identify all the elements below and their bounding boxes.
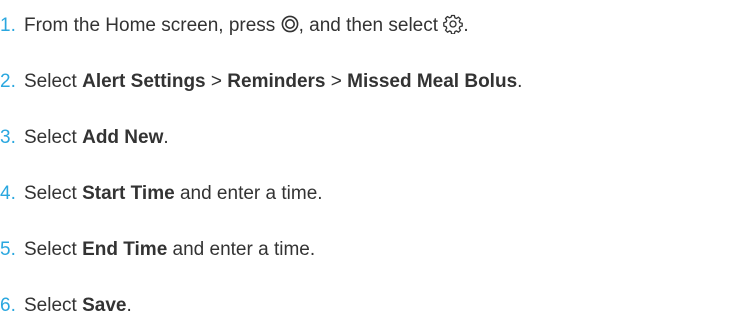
step-number: 4.: [0, 183, 16, 204]
step-number: 2.: [0, 71, 16, 92]
step-1: 1. From the Home screen, press , and then…: [0, 6, 469, 46]
step-number: 3.: [0, 127, 16, 148]
step-2: 2. Select Alert Settings > Reminders > Mi…: [0, 62, 522, 102]
step-3: 3. Select Add New.: [0, 118, 169, 158]
step-text: Select Add New.: [24, 127, 169, 148]
settings-gear-icon: [443, 14, 464, 34]
instruction-steps: 1. From the Home screen, press , and then…: [0, 0, 731, 333]
bold-term: Alert Settings: [82, 71, 206, 92]
step-number: 5.: [0, 239, 16, 260]
step-text: Select Alert Settings > Reminders > Miss…: [24, 71, 523, 92]
bold-term: Start Time: [82, 183, 175, 204]
step-6: 6. Select Save.: [0, 286, 132, 326]
step-text: Select End Time and enter a time.: [24, 239, 316, 260]
bold-term: Reminders: [227, 71, 326, 92]
step-number: 6.: [0, 295, 16, 316]
step-text: Select Save.: [24, 295, 132, 316]
step-5: 5. Select End Time and enter a time.: [0, 230, 315, 270]
bold-term: Missed Meal Bolus: [347, 71, 518, 92]
step-text: Select Start Time and enter a time.: [24, 183, 323, 204]
bold-term: Save: [82, 295, 127, 316]
step-4: 4. Select Start Time and enter a time.: [0, 174, 323, 214]
home-button-icon: [281, 15, 299, 33]
step-number: 1.: [0, 15, 16, 36]
bold-term: End Time: [82, 239, 168, 260]
bold-term: Add New: [82, 127, 164, 148]
step-text: From the Home screen, press , and then s…: [24, 14, 469, 36]
